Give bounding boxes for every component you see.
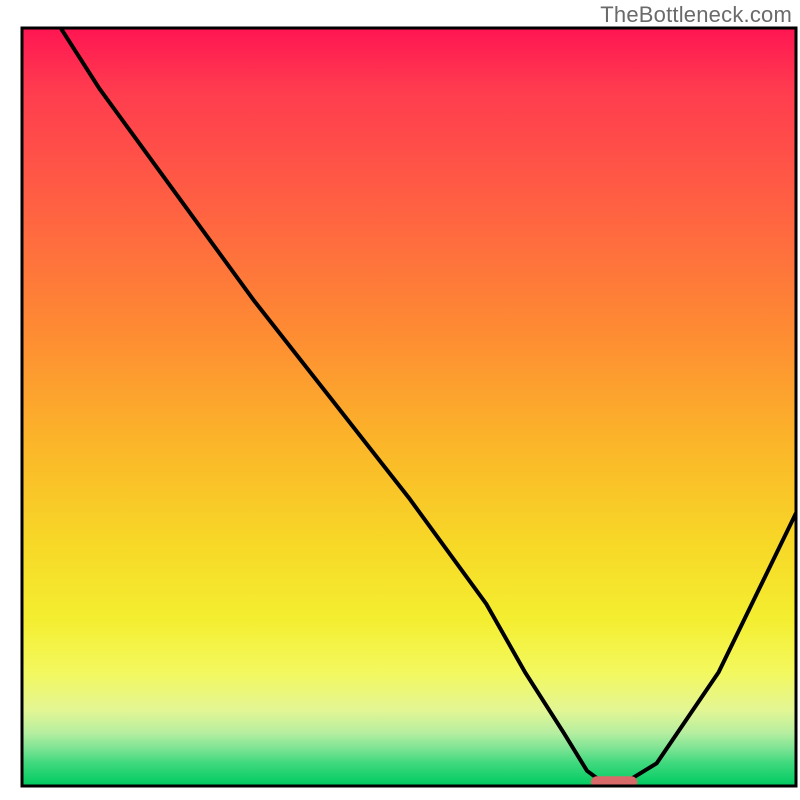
chart-canvas <box>0 0 800 800</box>
watermark-text: TheBottleneck.com <box>600 2 792 28</box>
bottleneck-chart: TheBottleneck.com <box>0 0 800 800</box>
